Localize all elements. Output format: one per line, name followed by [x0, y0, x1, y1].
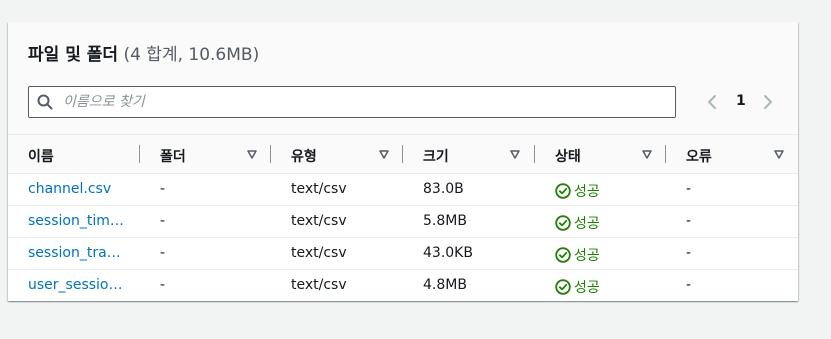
- column-label: 폴더: [160, 149, 186, 165]
- table-row: session_tim… - text/csv 5.8MB 성공 -: [8, 205, 798, 238]
- column-label: 이름: [28, 149, 54, 165]
- chevron-left-icon[interactable]: [702, 92, 722, 112]
- column-label: 상태: [555, 149, 581, 165]
- error-value: -: [686, 213, 692, 229]
- type-value: text/csv: [291, 181, 347, 197]
- size-value: 83.0B: [423, 181, 464, 197]
- table-header-row: 이름 폴더 유형 크기 상태 오류: [8, 135, 798, 174]
- caret-down-icon[interactable]: [642, 149, 652, 159]
- cell-name: user_sessio…: [8, 270, 140, 302]
- status-text: 성공: [574, 280, 600, 296]
- size-value: 4.8MB: [423, 277, 467, 293]
- column-label: 유형: [291, 149, 317, 165]
- column-label: 오류: [686, 149, 712, 165]
- panel-title-text: 파일 및 폴더: [28, 45, 119, 65]
- column-header-type[interactable]: 유형: [271, 135, 403, 174]
- table-row: user_sessio… - text/csv 4.8MB 성공 -: [8, 270, 798, 302]
- cell-name: channel.csv: [8, 173, 140, 206]
- status-indicator: 성공: [555, 245, 600, 265]
- panel-header: 파일 및 폴더 (4 합계, 10.6MB) 1: [8, 22, 798, 135]
- status-indicator: 성공: [555, 213, 600, 233]
- folder-value: -: [160, 213, 166, 229]
- folder-value: -: [160, 277, 166, 293]
- cell-size: 83.0B: [403, 173, 535, 206]
- caret-down-icon[interactable]: [774, 149, 784, 159]
- cell-folder: -: [140, 205, 271, 238]
- error-value: -: [686, 245, 692, 261]
- cell-error: -: [666, 205, 798, 238]
- type-value: text/csv: [291, 213, 347, 229]
- cell-size: 4.8MB: [403, 270, 535, 302]
- status-indicator: 성공: [555, 277, 600, 297]
- cell-type: text/csv: [271, 205, 403, 238]
- check-circle-icon: [555, 247, 571, 263]
- cell-type: text/csv: [271, 237, 403, 270]
- file-name-link[interactable]: session_tim…: [28, 213, 124, 229]
- status-text: 성공: [574, 248, 600, 264]
- size-value: 5.8MB: [423, 213, 467, 229]
- chevron-right-icon[interactable]: [758, 92, 778, 112]
- folder-value: -: [160, 181, 166, 197]
- pagination: 1: [702, 90, 782, 114]
- cell-type: text/csv: [271, 173, 403, 206]
- cell-status: 성공: [535, 173, 666, 206]
- caret-down-icon[interactable]: [247, 149, 257, 159]
- check-circle-icon: [555, 279, 571, 295]
- page-number[interactable]: 1: [736, 93, 746, 109]
- cell-folder: -: [140, 173, 271, 206]
- type-value: text/csv: [291, 245, 347, 261]
- error-value: -: [686, 277, 692, 293]
- error-value: -: [686, 181, 692, 197]
- files-panel: 파일 및 폴더 (4 합계, 10.6MB) 1: [8, 22, 798, 301]
- cell-error: -: [666, 237, 798, 270]
- status-text: 성공: [574, 184, 600, 200]
- folder-value: -: [160, 245, 166, 261]
- column-header-size[interactable]: 크기: [403, 135, 535, 174]
- cell-status: 성공: [535, 270, 666, 302]
- status-text: 성공: [574, 216, 600, 232]
- file-name-link[interactable]: user_sessio…: [28, 277, 123, 293]
- column-header-name[interactable]: 이름: [8, 135, 140, 174]
- size-value: 43.0KB: [423, 245, 473, 261]
- search-input[interactable]: [63, 88, 663, 116]
- cell-status: 성공: [535, 205, 666, 238]
- cell-size: 43.0KB: [403, 237, 535, 270]
- check-circle-icon: [555, 183, 571, 199]
- table-row: channel.csv - text/csv 83.0B 성공 -: [8, 173, 798, 206]
- files-table: 이름 폴더 유형 크기 상태 오류 channel.csv - text/csv…: [8, 135, 798, 301]
- panel-title: 파일 및 폴더 (4 합계, 10.6MB): [28, 40, 259, 65]
- cell-type: text/csv: [271, 270, 403, 302]
- cell-size: 5.8MB: [403, 205, 535, 238]
- file-name-link[interactable]: channel.csv: [28, 181, 111, 197]
- search-icon: [37, 94, 53, 110]
- table-row: session_tra… - text/csv 43.0KB 성공 -: [8, 237, 798, 270]
- caret-down-icon[interactable]: [510, 149, 520, 159]
- panel-counter: (4 합계, 10.6MB): [123, 45, 260, 65]
- type-value: text/csv: [291, 277, 347, 293]
- column-label: 크기: [423, 149, 449, 165]
- caret-down-icon[interactable]: [379, 149, 389, 159]
- search-field[interactable]: [28, 86, 676, 118]
- column-header-error[interactable]: 오류: [666, 135, 798, 174]
- column-header-folder[interactable]: 폴더: [140, 135, 271, 174]
- status-indicator: 성공: [555, 181, 600, 201]
- file-name-link[interactable]: session_tra…: [28, 245, 121, 261]
- column-header-status[interactable]: 상태: [535, 135, 666, 174]
- cell-status: 성공: [535, 237, 666, 270]
- cell-folder: -: [140, 237, 271, 270]
- cell-error: -: [666, 173, 798, 206]
- cell-error: -: [666, 270, 798, 302]
- cell-name: session_tim…: [8, 205, 140, 238]
- cell-folder: -: [140, 270, 271, 302]
- check-circle-icon: [555, 215, 571, 231]
- cell-name: session_tra…: [8, 237, 140, 270]
